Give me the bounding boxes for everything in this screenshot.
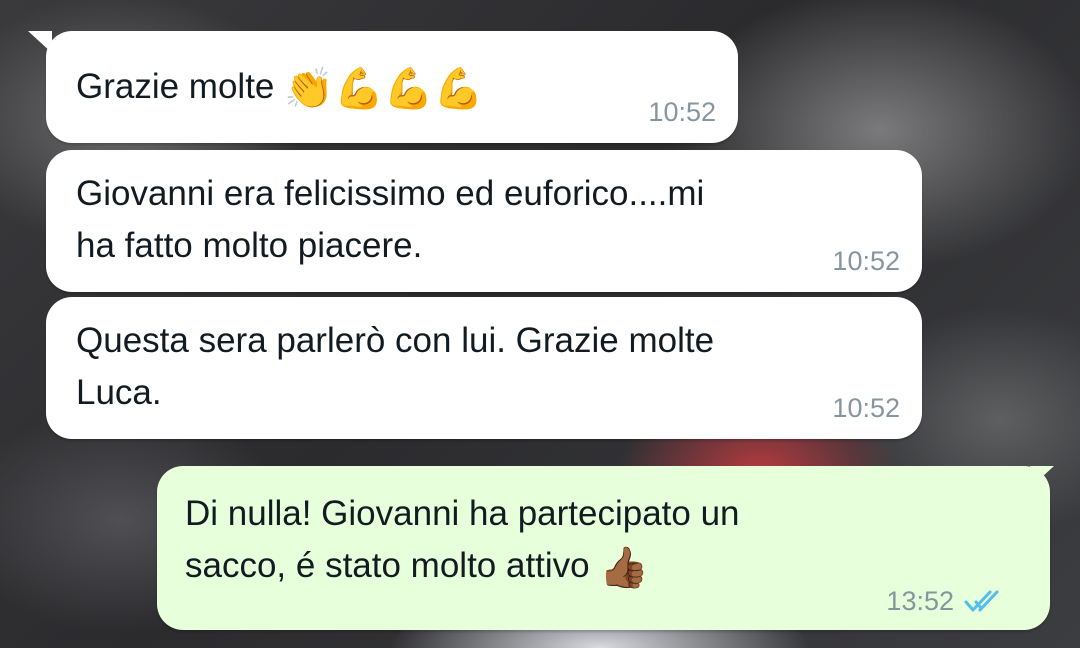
message-text-line: Questa sera parlerò con lui. Grazie molt… (76, 321, 715, 360)
message-bubble-incoming[interactable]: Questa sera parlerò con lui. Grazie molt… (46, 297, 922, 439)
flexed-biceps-emoji-icon: 💪 (433, 67, 484, 111)
message-timestamp: 10:52 (832, 393, 900, 423)
message-text-line: Giovanni era felicissimo ed euforico....… (76, 174, 705, 213)
message-text-line: sacco, é stato molto attivo (185, 546, 590, 585)
thumbs-up-emoji-icon: 👍🏾 (599, 546, 650, 590)
flexed-biceps-emoji-icon: 💪 (383, 67, 434, 111)
double-check-icon (964, 590, 999, 612)
message-text-line: Grazie molte (76, 67, 275, 106)
message-timestamp: 10:52 (832, 246, 900, 276)
message-text-line: ha fatto molto piacere. (76, 226, 423, 265)
message-timestamp: 13:52 (886, 586, 954, 616)
message-bubble-outgoing[interactable]: Di nulla! Giovanni ha partecipato un sac… (157, 466, 1050, 630)
message-text: Di nulla! Giovanni ha partecipato un sac… (185, 488, 740, 594)
message-timestamp: 10:52 (648, 97, 716, 127)
message-text: Giovanni era felicissimo ed euforico....… (76, 168, 704, 272)
message-text: Questa sera parlerò con lui. Grazie molt… (76, 315, 714, 419)
message-text-line: Luca. (76, 373, 162, 412)
clap-emoji-icon: 👏 (284, 67, 334, 111)
flexed-biceps-emoji-icon: 💪 (333, 67, 384, 111)
message-bubble-incoming[interactable]: Grazie molte 👏💪💪💪 10:52 (46, 31, 738, 143)
message-bubble-incoming[interactable]: Giovanni era felicissimo ed euforico....… (46, 150, 922, 292)
message-text: Grazie molte 👏💪💪💪 (76, 61, 483, 115)
message-text-line: Di nulla! Giovanni ha partecipato un (185, 494, 740, 533)
